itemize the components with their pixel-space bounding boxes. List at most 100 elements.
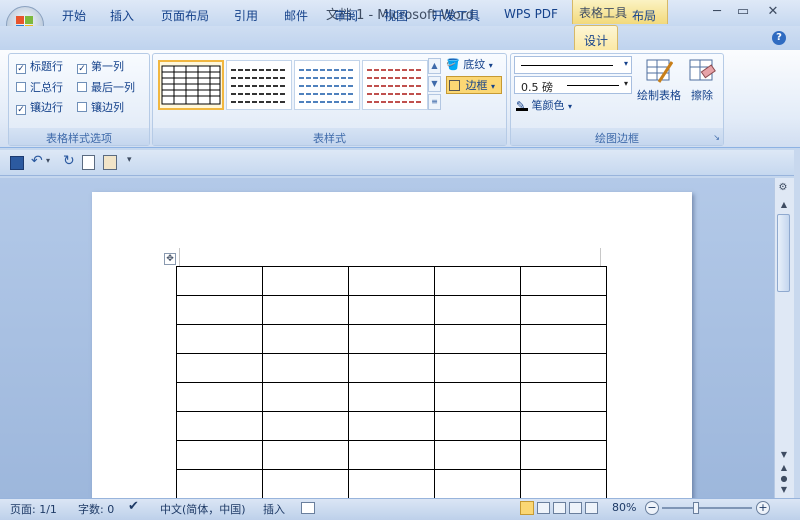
option-last-column[interactable]: 最后一列 (77, 79, 135, 95)
previous-page-icon[interactable]: ▲ (777, 463, 791, 473)
macro-record-icon[interactable] (301, 502, 315, 514)
eraser-icon (689, 59, 716, 81)
dialog-launcher-icon[interactable]: ↘ (713, 133, 720, 142)
select-browse-object-icon[interactable]: ● (777, 474, 791, 484)
draw-table-button[interactable]: 绘制表格 (634, 58, 684, 110)
gallery-down-button[interactable]: ▼ (428, 76, 441, 92)
tab-page-layout[interactable]: 页面布局 (158, 4, 212, 24)
line-weight-value: 0.5 磅 (521, 81, 553, 94)
table-style-blue-thumb[interactable] (294, 60, 360, 110)
pen-color-button[interactable]: ✎ 笔颜色 ▾ (516, 97, 572, 113)
checkbox-icon (77, 82, 87, 92)
save-icon[interactable] (10, 156, 24, 170)
gallery-up-button[interactable]: ▲ (428, 58, 441, 74)
ruler-toggle-icon[interactable]: ⚙ (776, 182, 790, 196)
table-style-dark-thumb[interactable] (226, 60, 292, 110)
tab-wps-pdf[interactable]: WPS PDF (500, 4, 562, 24)
ribbon-tab-row (0, 26, 800, 50)
help-icon[interactable]: ? (772, 31, 786, 45)
draft-view-icon[interactable] (585, 502, 598, 514)
customize-qat-icon[interactable]: ▾ (127, 155, 132, 165)
option-banded-rows[interactable]: ✓ 镶边行 (16, 99, 63, 115)
tab-layout[interactable]: 布局 (626, 4, 662, 24)
tab-view[interactable]: 视图 (378, 4, 414, 24)
margin-marker (600, 248, 601, 266)
borders-button[interactable]: 边框 ▾ (446, 76, 502, 94)
chevron-down-icon: ▾ (568, 102, 573, 111)
zoom-in-icon[interactable]: + (756, 501, 770, 515)
tab-references[interactable]: 引用 (228, 4, 264, 24)
table-grid-style-icon (161, 65, 221, 105)
document-table[interactable] (176, 266, 608, 502)
shading-label: 底纹 (463, 58, 486, 71)
table-style-red-thumb[interactable] (362, 60, 428, 110)
window-edge (794, 150, 800, 498)
quick-access-toolbar (0, 150, 800, 176)
page-count[interactable]: 页面: 1/1 (10, 501, 57, 517)
eraser-button[interactable]: 擦除 (684, 58, 720, 110)
option-label: 第一列 (91, 60, 124, 73)
pen-icon: ✎ (516, 99, 528, 112)
checkbox-icon: ✓ (16, 64, 26, 74)
option-label: 最后一列 (91, 81, 135, 94)
paint-bucket-icon: 🪣 (446, 58, 460, 71)
redo-icon[interactable]: ↻ (63, 153, 75, 169)
line-weight-dropdown[interactable]: 0.5 磅 ▾ (514, 76, 632, 94)
scroll-up-icon[interactable]: ▲ (777, 200, 791, 212)
close-button[interactable]: ✕ (760, 3, 786, 21)
insert-mode[interactable]: 插入 (263, 501, 285, 517)
zoom-out-icon[interactable]: − (645, 501, 659, 515)
proofing-icon[interactable]: ✔ (128, 499, 139, 514)
gallery-more-button[interactable]: ≡ (428, 94, 441, 110)
quick-print-icon[interactable] (103, 155, 117, 170)
word-count[interactable]: 字数: 0 (78, 501, 114, 517)
scroll-down-icon[interactable]: ▼ (777, 450, 791, 462)
full-screen-reading-icon[interactable] (537, 502, 550, 514)
zoom-slider[interactable] (662, 507, 752, 509)
print-layout-view-icon[interactable] (520, 501, 534, 515)
table-style-icon (299, 69, 355, 103)
table-style-icon (367, 69, 423, 103)
table-style-icon (231, 69, 287, 103)
tab-design[interactable]: 设计 (574, 25, 618, 50)
restore-button[interactable]: ▭ (730, 3, 756, 21)
table-move-handle-icon[interactable]: ✥ (164, 253, 176, 265)
undo-icon[interactable]: ↶ (31, 153, 43, 169)
table-style-grid-thumb[interactable] (158, 60, 224, 110)
option-label: 标题行 (30, 60, 63, 73)
web-layout-icon[interactable] (553, 502, 566, 514)
option-header-row[interactable]: ✓ 标题行 (16, 58, 63, 74)
zoom-level[interactable]: 80% (612, 501, 636, 514)
tab-insert[interactable]: 插入 (104, 4, 140, 24)
print-preview-icon[interactable] (82, 155, 95, 170)
language-status[interactable]: 中文(简体，中国) (160, 501, 246, 517)
shading-button[interactable]: 🪣 底纹 ▾ (446, 56, 502, 74)
scroll-thumb[interactable] (777, 214, 790, 292)
zoom-slider-thumb[interactable] (693, 502, 699, 514)
tab-mailings[interactable]: 邮件 (278, 4, 314, 24)
option-label: 镶边行 (30, 101, 63, 114)
minimize-button[interactable]: ─ (704, 3, 730, 21)
next-page-icon[interactable]: ▼ (777, 485, 791, 495)
option-label: 汇总行 (30, 81, 63, 94)
margin-marker (179, 248, 180, 266)
chevron-down-icon: ▾ (491, 82, 496, 91)
checkbox-icon: ✓ (16, 105, 26, 115)
tab-developer[interactable]: 开发工具 (428, 4, 484, 24)
option-banded-columns[interactable]: 镶边列 (77, 99, 124, 115)
borders-label: 边框 (465, 79, 488, 92)
tab-review[interactable]: 审阅 (328, 4, 364, 24)
group-label: 表格样式选项 (9, 128, 149, 145)
pen-color-label: 笔颜色 (531, 99, 565, 112)
outline-view-icon[interactable] (569, 502, 582, 514)
draw-table-icon (646, 59, 674, 83)
line-weight-preview (567, 85, 619, 86)
tab-home[interactable]: 开始 (56, 4, 92, 24)
undo-dropdown-icon[interactable]: ▾ (46, 156, 50, 165)
option-label: 镶边列 (91, 101, 124, 114)
option-total-row[interactable]: 汇总行 (16, 79, 63, 95)
checkbox-icon (16, 82, 26, 92)
line-style-dropdown[interactable]: ▾ (514, 56, 632, 74)
option-first-column[interactable]: ✓ 第一列 (77, 58, 124, 74)
chevron-down-icon: ▾ (623, 59, 628, 68)
